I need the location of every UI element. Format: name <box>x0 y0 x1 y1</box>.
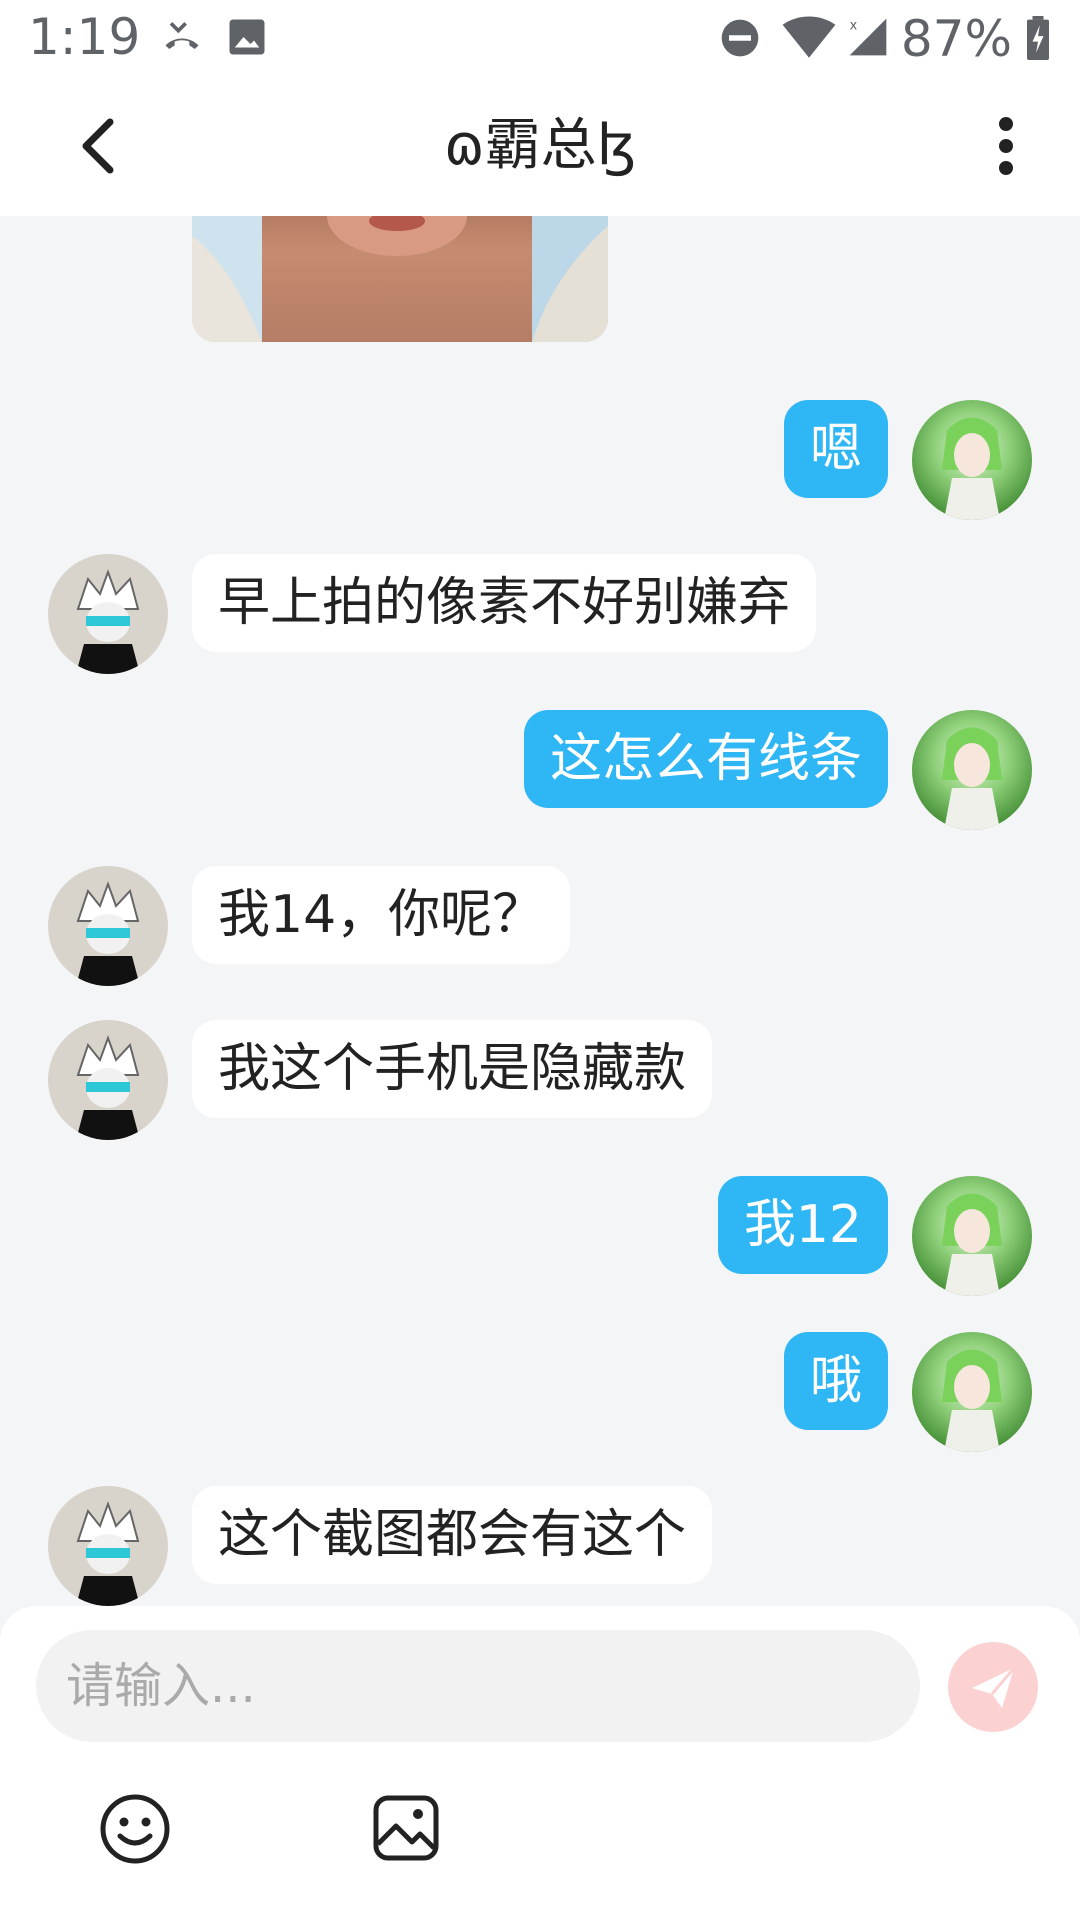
emoji-button[interactable] <box>98 1792 172 1866</box>
avatar-image <box>942 1349 1002 1452</box>
photo-message[interactable] <box>192 216 608 342</box>
avatar-image <box>76 1035 140 1140</box>
chat-header: ɷ霸总ɮ <box>0 76 1080 216</box>
wifi-icon <box>782 16 836 58</box>
avatar-image <box>942 727 1002 830</box>
composer-panel <box>0 1606 1080 1920</box>
contact-avatar[interactable] <box>48 866 168 986</box>
my-avatar[interactable] <box>912 710 1032 830</box>
message-row: 这怎么有线条 <box>0 710 1080 830</box>
contact-avatar[interactable] <box>48 1020 168 1140</box>
incoming-message-bubble[interactable]: 这个截图都会有这个 <box>192 1486 713 1584</box>
avatar-image <box>942 417 1002 520</box>
gallery-notification-icon <box>229 19 265 55</box>
my-avatar[interactable] <box>912 400 1032 520</box>
outgoing-message-bubble[interactable]: 我12 <box>717 1176 888 1274</box>
message-row: 哦 <box>0 1332 1080 1452</box>
message-row: 我这个手机是隐藏款 <box>0 1020 1080 1140</box>
message-row: 这个截图都会有这个 <box>0 1486 1080 1606</box>
status-bar: 1:19 x 87% <box>0 0 1080 76</box>
avatar-image <box>76 1501 140 1606</box>
send-button[interactable] <box>948 1642 1038 1732</box>
message-row: 我14，你呢？ <box>0 866 1080 986</box>
outgoing-message-bubble[interactable]: 这怎么有线条 <box>523 710 888 808</box>
battery-percentage: 87% <box>900 10 1012 68</box>
emoji-icon <box>100 1794 170 1864</box>
send-icon <box>972 1667 1016 1708</box>
battery-charging-icon <box>1027 16 1049 60</box>
contact-avatar[interactable] <box>48 554 168 674</box>
chat-title: ɷ霸总ɮ <box>443 113 637 178</box>
my-avatar[interactable] <box>912 1176 1032 1296</box>
photo-thumbnail <box>192 216 608 342</box>
my-avatar[interactable] <box>912 1332 1032 1452</box>
avatar-image <box>76 569 140 674</box>
incoming-message-bubble[interactable]: 我这个手机是隐藏款 <box>192 1020 713 1118</box>
image-button[interactable] <box>372 1794 440 1862</box>
outgoing-message-bubble[interactable]: 哦 <box>783 1332 888 1430</box>
outgoing-message-bubble[interactable]: 嗯 <box>783 400 888 498</box>
contact-avatar[interactable] <box>48 1486 168 1606</box>
message-input[interactable] <box>36 1630 920 1742</box>
status-time: 1:19 <box>28 8 141 66</box>
avatar-image <box>76 881 140 986</box>
svg-text:x: x <box>850 19 858 34</box>
more-options-button[interactable] <box>970 106 1040 186</box>
image-icon <box>373 1795 439 1861</box>
message-row: 早上拍的像素不好别嫌弃 <box>0 554 1080 674</box>
message-row: 嗯 <box>0 400 1080 520</box>
more-vertical-icon <box>999 117 1013 175</box>
missed-call-icon <box>165 22 199 49</box>
avatar-image <box>942 1193 1002 1296</box>
incoming-message-bubble[interactable]: 早上拍的像素不好别嫌弃 <box>192 554 817 652</box>
cell-signal-icon: x <box>849 18 887 56</box>
do-not-disturb-icon <box>721 19 759 57</box>
incoming-message-bubble[interactable]: 我14，你呢？ <box>192 866 571 964</box>
message-list[interactable]: 嗯 早上拍的像素不好别嫌弃 这怎么有线条 我14，你呢？ 我这个手机是隐藏款 我… <box>0 216 1080 1606</box>
message-row: 我12 <box>0 1176 1080 1296</box>
